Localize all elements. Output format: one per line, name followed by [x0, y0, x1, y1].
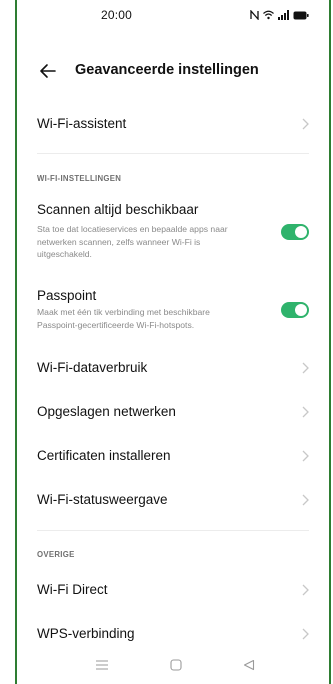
wifi-direct-label: Wi-Fi Direct — [37, 582, 108, 597]
signal-icon — [278, 10, 289, 20]
chevron-right-icon — [302, 450, 309, 462]
chevron-right-icon — [302, 584, 309, 596]
status-view-item[interactable]: Wi-Fi-statusweergave — [17, 482, 329, 518]
status-view-label: Wi-Fi-statusweergave — [37, 492, 168, 507]
wps-item[interactable]: WPS-verbinding — [17, 616, 329, 652]
chevron-right-icon — [302, 118, 309, 130]
data-usage-item[interactable]: Wi-Fi-dataverbruik — [17, 350, 329, 386]
status-icons — [250, 10, 309, 20]
status-bar: 20:00 — [17, 0, 329, 34]
chevron-right-icon — [302, 362, 309, 374]
wifi-assistant-label: Wi-Fi-assistent — [37, 116, 127, 131]
phone-screen: 20:00 Geavanceerde instellingen Wi-Fi-as… — [15, 0, 331, 684]
divider — [37, 153, 309, 154]
page-title: Geavanceerde instellingen — [75, 62, 259, 78]
scan-always-label: Scannen altijd beschikbaar — [37, 202, 199, 217]
section-title-other: OVERIGE — [37, 550, 75, 559]
battery-icon — [293, 11, 309, 20]
wps-label: WPS-verbinding — [37, 626, 135, 641]
data-usage-label: Wi-Fi-dataverbruik — [37, 360, 148, 375]
toggle-knob — [295, 226, 307, 238]
scan-always-toggle[interactable] — [281, 224, 309, 240]
app-header: Geavanceerde instellingen — [17, 52, 329, 92]
status-time: 20:00 — [101, 8, 133, 22]
install-certificates-label: Certificaten installeren — [37, 448, 171, 463]
scan-always-item[interactable]: Scannen altijd beschikbaar Sta toe dat l… — [17, 196, 329, 266]
menu-icon[interactable] — [95, 658, 109, 676]
scan-always-description: Sta toe dat locatieservices en bepaalde … — [37, 224, 228, 259]
passpoint-description: Maak met één tik verbinding met beschikb… — [37, 307, 210, 330]
chevron-right-icon — [302, 628, 309, 640]
arrow-left-icon[interactable] — [37, 60, 59, 82]
passpoint-label: Passpoint — [37, 288, 97, 303]
wifi-assistant-item[interactable]: Wi-Fi-assistent — [17, 106, 329, 142]
wifi-icon — [263, 10, 274, 20]
divider — [37, 530, 309, 531]
chevron-right-icon — [302, 406, 309, 418]
saved-networks-item[interactable]: Opgeslagen netwerken — [17, 394, 329, 430]
chevron-right-icon — [302, 494, 309, 506]
back-triangle-icon[interactable] — [243, 658, 255, 676]
system-navbar — [17, 652, 329, 682]
saved-networks-label: Opgeslagen netwerken — [37, 404, 176, 419]
passpoint-item[interactable]: Passpoint Maak met één tik verbinding me… — [17, 282, 329, 338]
passpoint-toggle[interactable] — [281, 302, 309, 318]
install-certificates-item[interactable]: Certificaten installeren — [17, 438, 329, 474]
home-icon[interactable] — [170, 658, 182, 676]
toggle-knob — [295, 304, 307, 316]
wifi-direct-item[interactable]: Wi-Fi Direct — [17, 572, 329, 608]
section-title-wifi-settings: WI-FI-INSTELLINGEN — [37, 174, 122, 183]
nfc-icon — [250, 10, 259, 20]
